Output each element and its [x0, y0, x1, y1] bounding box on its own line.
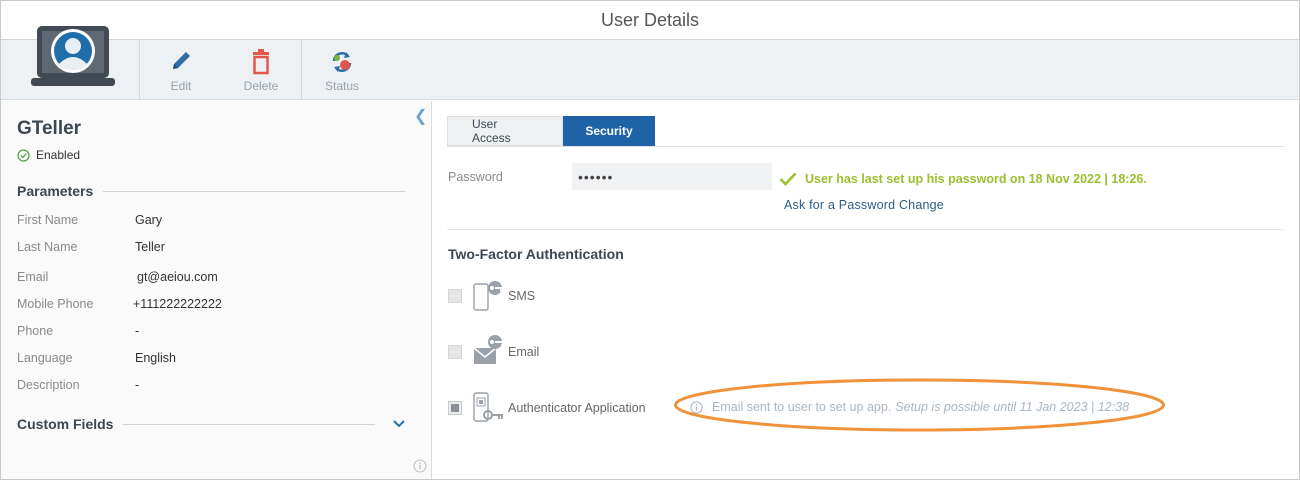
param-key: Description	[17, 378, 80, 392]
tab-bar: User Access Security	[447, 116, 655, 146]
tfa-sms-row: SMS	[448, 278, 535, 314]
param-key: Last Name	[17, 240, 78, 254]
param-value: Gary	[135, 213, 163, 227]
check-circle-icon	[17, 148, 30, 162]
param-key: Email	[17, 270, 49, 284]
sms-checkbox[interactable]	[448, 289, 462, 303]
tfa-authenticator-row: Authenticator Application	[448, 390, 646, 426]
authenticator-note: Email sent to user to set up app. Setup …	[690, 400, 1129, 414]
note-text: Email sent to user to set up app.	[712, 400, 892, 414]
user-name: GTeller	[17, 118, 82, 139]
pencil-icon	[141, 48, 221, 78]
param-value: +111222222222	[133, 297, 222, 311]
authenticator-checkbox[interactable]	[448, 401, 462, 415]
custom-fields-heading-text: Custom Fields	[17, 416, 114, 432]
sms-label: SMS	[508, 289, 536, 303]
parameters-heading-text: Parameters	[17, 183, 94, 199]
tfa-email-row: Email	[448, 334, 539, 370]
edit-button-label: Edit	[170, 79, 192, 93]
param-value: gt@aeiou.com	[137, 270, 218, 284]
chevron-down-icon[interactable]	[393, 420, 405, 428]
param-value: English	[135, 351, 176, 365]
status-text: Enabled	[36, 148, 81, 162]
authenticator-label: Authenticator Application	[508, 401, 646, 415]
delete-button-label: Delete	[243, 79, 279, 93]
info-icon	[690, 400, 703, 414]
user-details-window: User Details Edit Delete Status ❮ GTelle…	[0, 0, 1300, 480]
security-panel: User Access Security Password •••••• Use…	[433, 101, 1299, 479]
tfa-heading: Two-Factor Authentication	[448, 246, 624, 262]
divider	[103, 190, 405, 192]
param-key: Language	[17, 351, 73, 365]
email-label: Email	[508, 345, 540, 359]
parameters-heading: Parameters	[17, 183, 405, 199]
window-title: User Details	[600, 10, 700, 30]
phone-key-icon	[473, 281, 505, 311]
note-deadline: Setup is possible until 11 Jan 2023 | 12…	[895, 400, 1130, 414]
password-status-text: User has last set up his password on 18 …	[805, 172, 1147, 186]
collapse-panel-icon[interactable]: ❮	[414, 106, 427, 126]
custom-fields-heading[interactable]: Custom Fields	[17, 416, 405, 432]
toolbar: Edit Delete Status	[1, 26, 1299, 100]
user-laptop-avatar-icon	[31, 26, 115, 86]
divider	[123, 423, 375, 425]
qr-phone-key-icon	[473, 392, 503, 422]
email-checkbox[interactable]	[448, 345, 462, 359]
checkmark-icon	[779, 172, 797, 186]
password-field[interactable]: ••••••	[572, 163, 772, 190]
tab-security[interactable]: Security	[563, 116, 655, 146]
divider	[447, 229, 1284, 230]
password-label: Password	[448, 170, 503, 184]
status-cycle-icon	[302, 48, 382, 78]
param-key: First Name	[17, 213, 79, 227]
trash-icon	[221, 48, 301, 78]
status-badge: Enabled	[17, 148, 80, 162]
status-button-label: Status	[324, 79, 360, 93]
param-key: Mobile Phone	[17, 297, 94, 311]
param-value: Teller	[135, 240, 165, 254]
param-value: -	[135, 324, 140, 338]
toolbar-separator	[139, 40, 140, 100]
tab-user-access[interactable]: User Access	[447, 116, 563, 146]
param-key: Phone	[17, 324, 54, 338]
password-change-link[interactable]: Ask for a Password Change	[784, 198, 944, 212]
delete-button[interactable]: Delete	[221, 48, 301, 96]
user-info-panel: ❮ GTeller Enabled Parameters First Name …	[1, 101, 432, 479]
info-icon[interactable]	[413, 459, 427, 473]
tabs-divider	[447, 146, 1284, 147]
edit-button[interactable]: Edit	[141, 48, 221, 96]
password-status: User has last set up his password on 18 …	[779, 172, 1147, 186]
status-button[interactable]: Status	[302, 48, 382, 96]
title-bar: User Details	[1, 1, 1299, 40]
envelope-key-icon	[473, 335, 504, 364]
param-value: -	[135, 378, 140, 392]
